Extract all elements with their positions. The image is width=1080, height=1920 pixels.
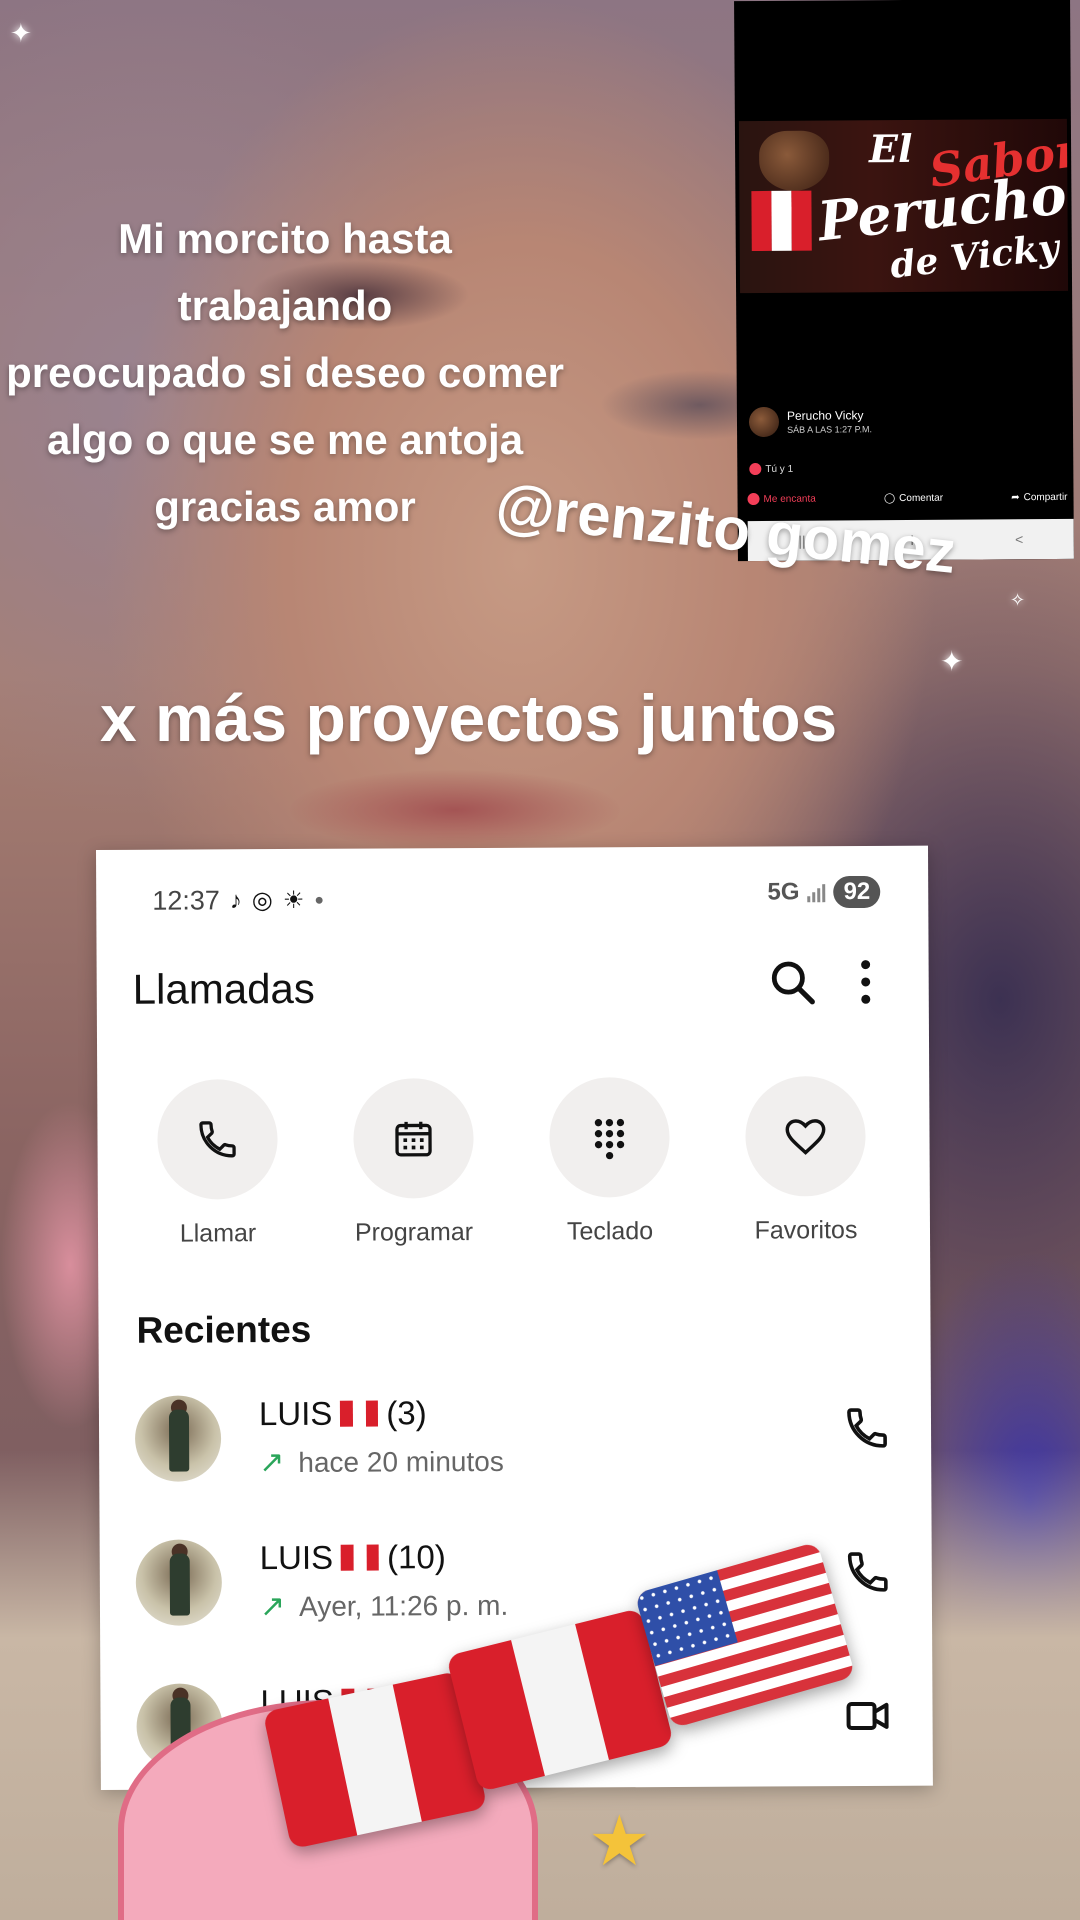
keypad-action-button[interactable]: Teclado: [539, 1077, 680, 1247]
peru-flag-icon: [751, 190, 812, 252]
author-name[interactable]: Perucho Vicky: [787, 408, 872, 423]
caption-line: algo o que se me antoja: [46, 416, 524, 463]
battery-level: 92: [833, 875, 881, 909]
facebook-post-screenshot: El Sabor Perucho de Vicky Perucho Vicky …: [734, 0, 1074, 562]
comment-button[interactable]: ◯ Comentar: [884, 492, 943, 504]
call-action-button[interactable]: Llamar: [147, 1079, 288, 1249]
more-options-icon[interactable]: [851, 956, 881, 1008]
avatar[interactable]: [135, 1539, 223, 1626]
action-circle[interactable]: [353, 1078, 474, 1199]
instagram-icon: ◎: [251, 887, 273, 915]
caption-text: Mi morcito hasta trabajando preocupado s…: [0, 205, 570, 540]
signal-icon: [807, 882, 826, 903]
contact-name-text: LUIS: [258, 1394, 333, 1433]
call-count: (3): [386, 1394, 427, 1432]
brightness-icon: ☀: [282, 886, 305, 915]
call-log-row[interactable]: LUIS (3) ↗ hace 20 minutos: [134, 1392, 896, 1496]
phone-icon: [199, 1121, 236, 1158]
background-lips: [290, 770, 620, 850]
tagline-text: x más proyectos juntos: [100, 681, 838, 755]
back-nav-button[interactable]: <: [1015, 531, 1023, 547]
section-title: Recientes: [136, 1308, 312, 1351]
heart-icon: [785, 1119, 826, 1155]
dialpad-icon: [594, 1118, 625, 1160]
share-button[interactable]: ➦ Compartir: [1011, 491, 1067, 503]
contact-name: LUIS (10): [260, 1538, 446, 1577]
banner-word: El: [868, 125, 913, 172]
call-time: hace 20 minutos: [298, 1445, 504, 1478]
phone-icon[interactable]: [843, 1404, 891, 1452]
caption-line: preocupado si deseo comer: [6, 349, 564, 396]
avatar-figure: [168, 1409, 190, 1472]
action-circle[interactable]: [549, 1077, 670, 1198]
reaction-summary[interactable]: Tú y 1: [749, 463, 794, 476]
avatar[interactable]: [134, 1395, 222, 1482]
notification-dot-icon: ●: [314, 891, 325, 909]
contact-name: LUIS (3): [259, 1394, 427, 1433]
caption-line: trabajando: [177, 282, 393, 329]
calendar-icon: [395, 1121, 432, 1157]
action-label: Favoritos: [754, 1216, 858, 1245]
call-time: Ayer, 11:26 p. m.: [299, 1589, 509, 1622]
call-count: (10): [386, 1538, 446, 1576]
avatar[interactable]: [748, 406, 780, 438]
comment-label: Comentar: [899, 492, 944, 504]
love-reaction-icon: [749, 463, 762, 476]
sparkle-icon: ✦: [940, 646, 964, 677]
outgoing-call-icon: ↗: [259, 1446, 285, 1480]
call-details: ↗ Ayer, 11:26 p. m.: [260, 1588, 508, 1624]
page-title: Llamadas: [132, 964, 315, 1013]
contact-name-text: LUIS: [259, 1538, 334, 1577]
outgoing-call-icon: ↗: [259, 1590, 286, 1624]
star-icon: ★: [588, 1802, 651, 1880]
network-type: 5G: [767, 878, 800, 906]
caption-line: Mi morcito hasta: [118, 215, 452, 262]
action-circle[interactable]: [745, 1075, 866, 1197]
phone-icon[interactable]: [844, 1548, 892, 1596]
avatar-figure: [169, 1553, 191, 1616]
tiktok-icon: ♪: [229, 886, 242, 914]
search-icon[interactable]: [767, 956, 819, 1008]
post-banner-image: El Sabor Perucho de Vicky: [738, 118, 1069, 294]
status-indicators: 5G 92: [767, 875, 881, 909]
favorites-action-button[interactable]: Favoritos: [735, 1075, 876, 1246]
status-bar: 12:37 ♪ ◎ ☀ ●: [152, 885, 324, 917]
share-icon: ➦: [1011, 491, 1020, 503]
comment-icon: ◯: [883, 492, 896, 504]
schedule-action-button[interactable]: Programar: [343, 1078, 484, 1248]
reaction-count: Tú y 1: [765, 463, 794, 475]
share-label: Compartir: [1023, 491, 1068, 503]
sparkle-icon: ✦: [10, 18, 32, 48]
clay-pot-image: [758, 130, 830, 192]
action-label: Llamar: [179, 1219, 257, 1248]
peru-flag-icon: [340, 1400, 379, 1427]
peru-flag-icon: [341, 1544, 380, 1571]
action-label: Programar: [354, 1218, 474, 1247]
post-time: SÁB A LAS 1:27 P.M.: [787, 424, 872, 435]
post-author[interactable]: Perucho Vicky SÁB A LAS 1:27 P.M.: [748, 406, 872, 438]
action-label: Teclado: [566, 1217, 654, 1246]
video-icon[interactable]: [844, 1692, 892, 1740]
sparkle-icon: ✧: [1010, 590, 1026, 610]
call-details: ↗ hace 20 minutos: [259, 1444, 504, 1480]
caption-line: gracias amor: [154, 483, 416, 530]
action-circle[interactable]: [157, 1079, 278, 1200]
clock: 12:37: [152, 885, 220, 916]
